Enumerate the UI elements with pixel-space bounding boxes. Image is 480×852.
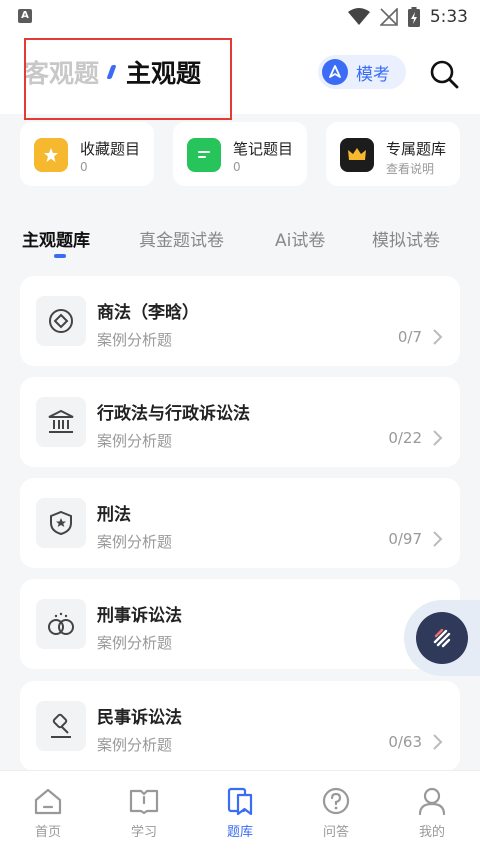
- quick-links: 收藏题目 0 笔记题目 0 专属题库 查看说明: [20, 122, 460, 186]
- subject-sub: 案例分析题: [97, 432, 173, 450]
- subject-title: 商法（李晗）: [97, 303, 199, 323]
- floating-action-button[interactable]: [404, 600, 480, 676]
- gavel-icon: [36, 701, 86, 751]
- nav-mine[interactable]: 我的: [384, 779, 480, 849]
- quick-link-sub: 查看说明: [386, 162, 435, 176]
- subject-title: 刑法: [97, 505, 131, 525]
- battery-charging-icon: [407, 7, 420, 27]
- quick-link-title: 收藏题目: [80, 140, 141, 158]
- subject-progress: 0/97: [388, 530, 422, 548]
- no-signal-icon: [379, 8, 398, 26]
- tab-past-papers[interactable]: 真金题试卷: [139, 226, 224, 251]
- chevron-right-icon: [433, 430, 443, 446]
- app-notification-icon: A: [18, 9, 32, 23]
- quick-link-title: 笔记题目: [233, 140, 294, 158]
- subject-title: 民事诉讼法: [97, 708, 182, 728]
- favorites-card[interactable]: 收藏题目 0: [20, 122, 154, 186]
- subject-progress: 0/7: [397, 328, 422, 346]
- nav-question-bank[interactable]: 题库: [192, 779, 288, 849]
- subject-card[interactable]: 刑法 案例分析题 0/97: [20, 478, 460, 568]
- diamond-icon: [36, 296, 86, 346]
- active-tab-indicator: [54, 254, 66, 258]
- wifi-icon: [347, 8, 370, 25]
- tab-mock-papers[interactable]: 模拟试卷: [372, 226, 440, 251]
- subject-progress: 0/22: [388, 429, 422, 447]
- exclusive-bank-card[interactable]: 专属题库 查看说明: [326, 122, 460, 186]
- highlight-annotation: [24, 38, 232, 120]
- search-icon[interactable]: [428, 58, 460, 90]
- quick-link-sub: 0: [80, 160, 88, 174]
- stripes-icon: [416, 612, 468, 664]
- bank-tabs: 主观题库 真金题试卷 Ai试卷 模拟试卷: [0, 222, 480, 262]
- mock-exam-label: 模考: [356, 64, 390, 85]
- nav-study[interactable]: 学习: [96, 779, 192, 849]
- nav-label: 题库: [226, 825, 253, 840]
- subject-sub: 案例分析题: [97, 634, 173, 652]
- crown-icon: [340, 138, 374, 172]
- shield-icon: [36, 498, 86, 548]
- subject-title: 刑事诉讼法: [97, 606, 182, 626]
- subject-title: 行政法与行政诉讼法: [97, 404, 250, 424]
- subject-card[interactable]: 行政法与行政诉讼法 案例分析题 0/22: [20, 377, 460, 467]
- quick-link-title: 专属题库: [386, 140, 447, 158]
- home-icon: [34, 788, 62, 815]
- nav-qa[interactable]: 问答: [288, 779, 384, 849]
- nav-home[interactable]: 首页: [0, 779, 96, 849]
- note-icon: [187, 138, 221, 172]
- question-bank-icon: [227, 787, 253, 816]
- nav-label: 首页: [34, 825, 61, 840]
- bottom-nav: 首页 学习 题库 问答 我的: [0, 770, 480, 852]
- handcuffs-icon: [36, 599, 86, 649]
- mock-exam-icon: [322, 59, 348, 85]
- chevron-right-icon: [433, 329, 443, 345]
- subject-sub: 案例分析题: [97, 533, 173, 551]
- subject-card[interactable]: 刑事诉讼法 案例分析题 0/: [20, 579, 460, 669]
- nav-label: 问答: [322, 825, 349, 840]
- chevron-right-icon: [433, 531, 443, 547]
- subject-sub: 案例分析题: [97, 331, 173, 349]
- subject-card[interactable]: 民事诉讼法 案例分析题 0/63: [20, 681, 460, 771]
- institution-icon: [36, 397, 86, 447]
- book-icon: [129, 789, 159, 815]
- nav-label: 学习: [130, 825, 157, 840]
- tab-subjective-bank[interactable]: 主观题库: [22, 226, 90, 251]
- nav-label: 我的: [418, 825, 445, 840]
- star-folder-icon: [34, 138, 68, 172]
- tab-ai-papers[interactable]: Ai试卷: [275, 226, 325, 251]
- status-bar: A 5:33: [0, 0, 480, 34]
- clock: 5:33: [429, 7, 468, 27]
- notes-card[interactable]: 笔记题目 0: [173, 122, 307, 186]
- quick-link-sub: 0: [233, 160, 241, 174]
- status-indicators: 5:33: [347, 6, 468, 28]
- user-icon: [418, 787, 446, 816]
- question-icon: [322, 787, 350, 815]
- subject-card[interactable]: 商法（李晗） 案例分析题 0/7: [20, 276, 460, 366]
- chevron-right-icon: [433, 734, 443, 750]
- subject-sub: 案例分析题: [97, 736, 173, 754]
- mock-exam-button[interactable]: 模考: [318, 55, 406, 89]
- subject-progress: 0/63: [388, 733, 422, 751]
